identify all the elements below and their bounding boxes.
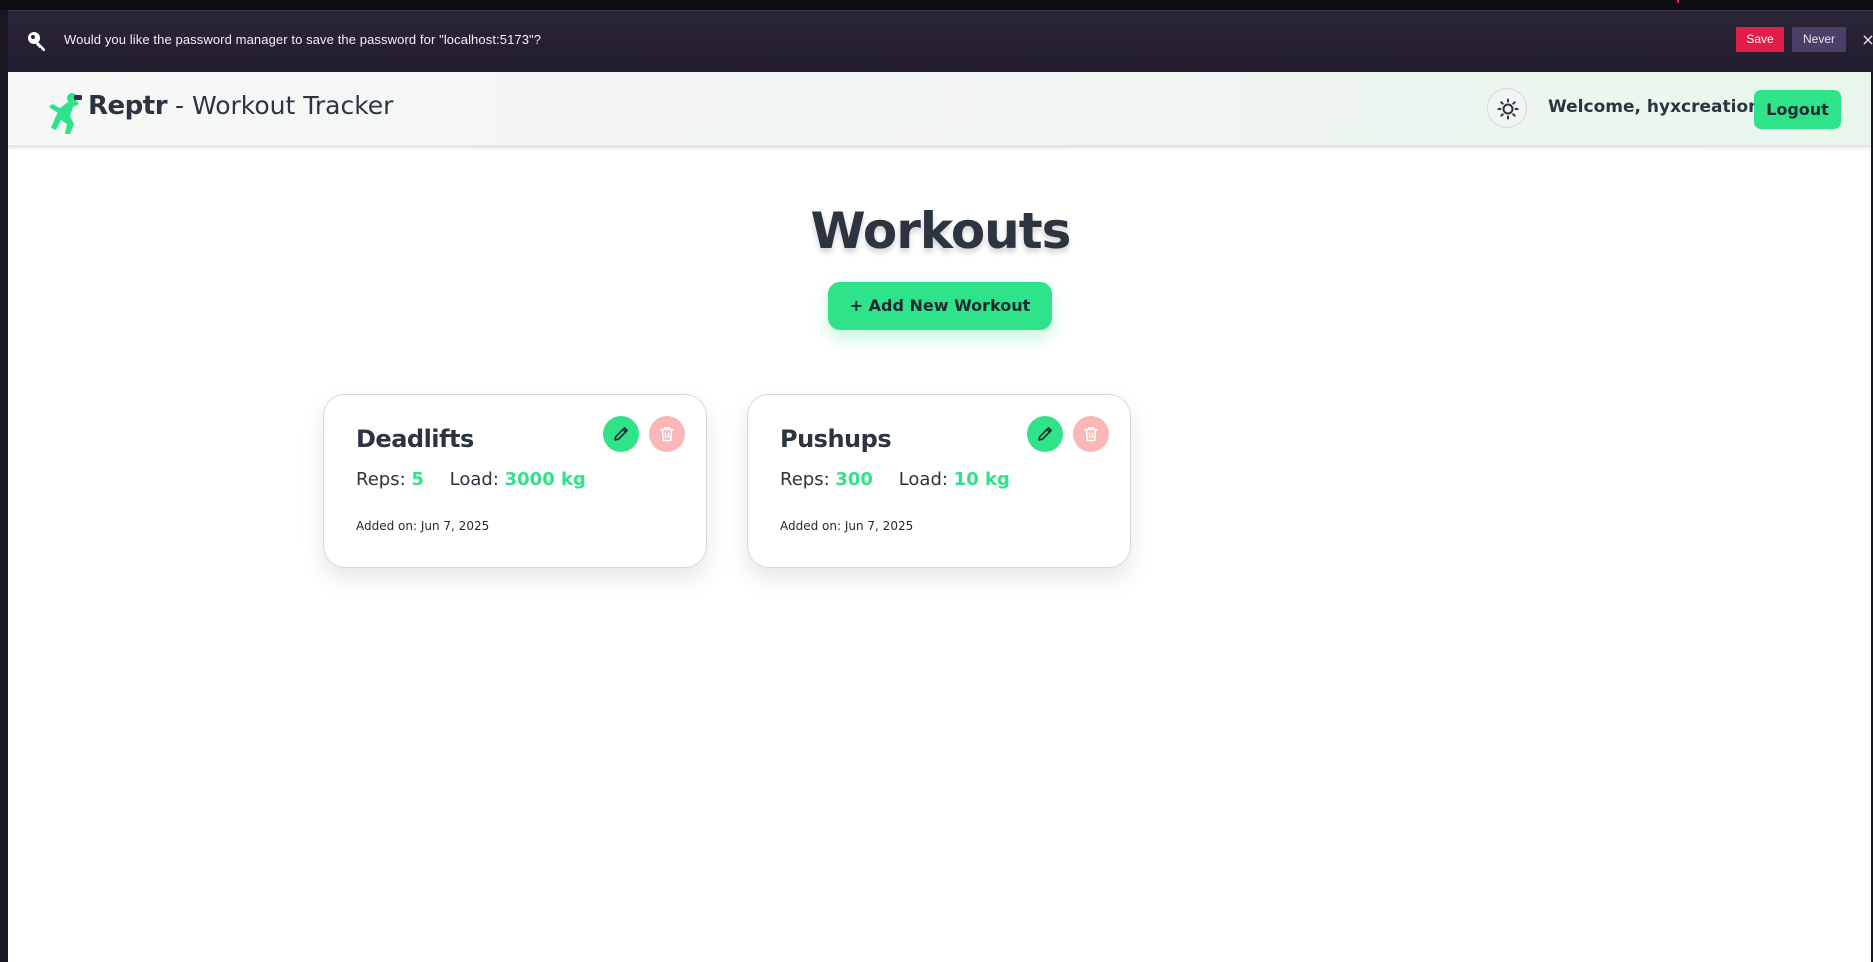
reps-label: Reps: bbox=[356, 469, 406, 490]
trash-icon bbox=[1084, 427, 1098, 442]
edit-workout-button[interactable] bbox=[1027, 416, 1063, 452]
password-save-prompt: Would you like the password manager to s… bbox=[8, 10, 1873, 72]
edit-workout-button[interactable] bbox=[603, 416, 639, 452]
navbar: Reptr - Workout Tracker Welcome, hyxcrea… bbox=[8, 72, 1873, 146]
load-label: Load: bbox=[449, 469, 499, 490]
add-workout-button[interactable]: + Add New Workout bbox=[828, 282, 1052, 330]
workout-name: Deadlifts bbox=[356, 425, 474, 453]
runner-logo-icon bbox=[49, 93, 82, 134]
load-value: 3000 kg bbox=[504, 469, 586, 490]
app-page: Reptr - Workout Tracker Welcome, hyxcrea… bbox=[8, 72, 1873, 962]
brand-title[interactable]: Reptr - Workout Tracker bbox=[88, 91, 393, 121]
delete-workout-button[interactable] bbox=[649, 416, 685, 452]
added-date: Added on: Jun 7, 2025 bbox=[356, 519, 490, 533]
page-title: Workouts bbox=[810, 202, 1072, 260]
reps-label: Reps: bbox=[780, 469, 830, 490]
brand-name: Reptr bbox=[88, 91, 168, 121]
load-value: 10 kg bbox=[953, 469, 1010, 490]
delete-workout-button[interactable] bbox=[1073, 416, 1109, 452]
added-date: Added on: Jun 7, 2025 bbox=[780, 519, 914, 533]
reps-value: 300 bbox=[835, 469, 873, 490]
load-label: Load: bbox=[898, 469, 948, 490]
welcome-message: Welcome, hyxcreation! bbox=[1548, 97, 1768, 117]
save-password-button[interactable]: Save bbox=[1736, 27, 1784, 52]
workout-card: Deadlifts Reps: 5 Load: 3000 kg Added on… bbox=[323, 394, 707, 568]
logout-button[interactable]: Logout bbox=[1754, 90, 1841, 129]
theme-toggle-button[interactable] bbox=[1487, 88, 1527, 128]
key-icon bbox=[28, 32, 45, 51]
workout-name: Pushups bbox=[780, 425, 892, 453]
workout-stats: Reps: 5 Load: 3000 kg bbox=[356, 469, 586, 490]
never-save-button[interactable]: Never bbox=[1792, 27, 1846, 52]
brand-subtitle: - Workout Tracker bbox=[167, 91, 394, 120]
browser-top-strip bbox=[0, 0, 1873, 10]
close-prompt-button[interactable]: × bbox=[1860, 27, 1873, 52]
indicator-dot bbox=[1677, 0, 1679, 3]
reps-value: 5 bbox=[411, 469, 424, 490]
pencil-icon bbox=[614, 427, 628, 441]
password-prompt-message: Would you like the password manager to s… bbox=[64, 32, 542, 47]
trash-icon bbox=[660, 427, 674, 442]
workout-stats: Reps: 300 Load: 10 kg bbox=[780, 469, 1010, 490]
workout-card: Pushups Reps: 300 Load: 10 kg Added on: … bbox=[747, 394, 1131, 568]
sun-icon bbox=[1497, 98, 1519, 120]
pencil-icon bbox=[1038, 427, 1052, 441]
